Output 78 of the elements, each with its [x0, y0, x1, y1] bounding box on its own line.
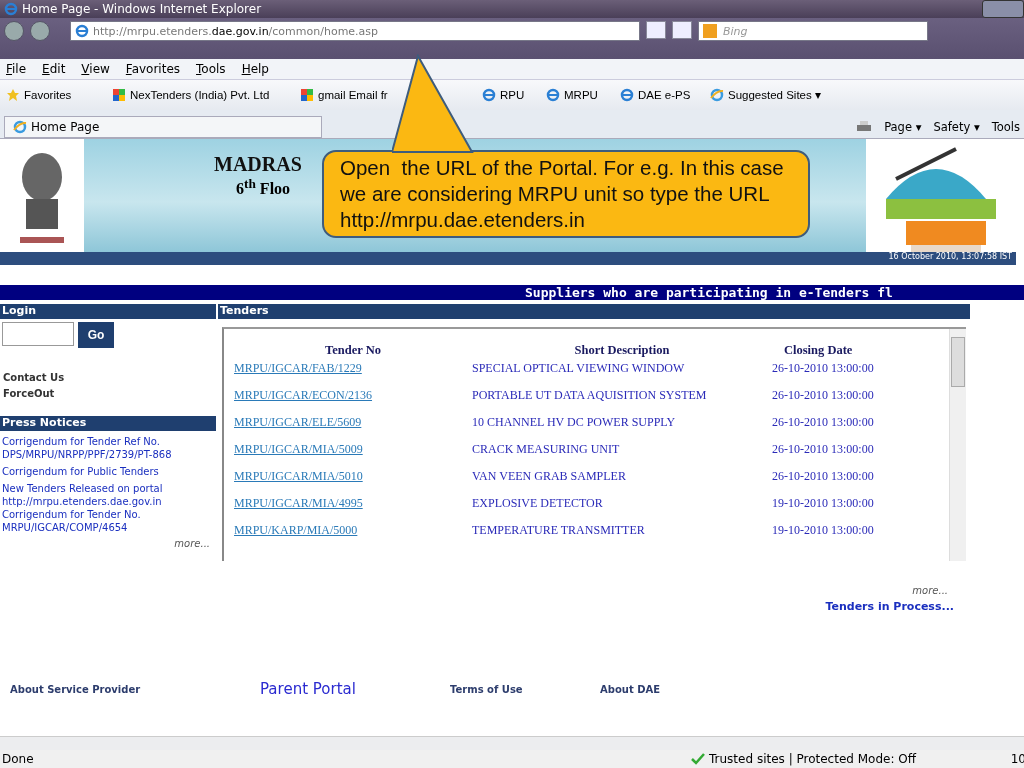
footer-link[interactable]: Terms of Use: [450, 684, 523, 695]
command-menu[interactable]: Page ▾: [884, 120, 922, 134]
table-cell-text: 19-10-2010 13:00:00: [772, 496, 875, 512]
command-menu[interactable]: Safety ▾: [933, 120, 980, 134]
menu-item[interactable]: Favorites: [125, 62, 181, 76]
menu-item[interactable]: Edit: [42, 62, 66, 76]
table-cell: PORTABLE UT DATA AQUISITION SYSTEM: [472, 388, 772, 415]
table-cell-text: TEMPERATURE TRANSMITTER: [472, 523, 646, 539]
table-cell: SPECIAL OPTICAL VIEWING WINDOW: [472, 361, 772, 388]
forward-button[interactable]: [30, 21, 50, 41]
tender-link[interactable]: MRPU/KARP/MIA/5000: [234, 523, 358, 537]
table-cell-text: 26-10-2010 13:00:00: [772, 442, 875, 458]
sidebar-link[interactable]: ForceOut: [3, 388, 213, 399]
section-heading: Press Notices: [0, 416, 216, 431]
section-heading: Tenders: [218, 304, 970, 319]
print-icon[interactable]: [856, 120, 873, 134]
column-header: Closing Date: [783, 343, 854, 359]
login-field[interactable]: [2, 322, 74, 346]
tender-link[interactable]: MRPU/IGCAR/FAB/1229: [234, 361, 362, 375]
section-heading: Login: [0, 304, 216, 319]
horizontal-scrollbar[interactable]: [0, 736, 1024, 750]
bing-icon: [703, 24, 717, 38]
colored-squares-icon: [112, 88, 126, 102]
notice-link[interactable]: Corrigendum for Tender Ref No. DPS/MRPU/NRPP/PPF/2739/PT-868: [2, 435, 214, 461]
banner-address: 6$^{th}$ Floo: [236, 176, 291, 199]
date-time: 16 October 2010, 13:07:58 IST: [0, 252, 1016, 265]
go-button[interactable]: Go: [78, 322, 114, 348]
search-box[interactable]: Bing: [698, 21, 928, 41]
footer-link[interactable]: About Service Provider: [10, 684, 141, 695]
status-text: Done: [2, 752, 34, 766]
sidebar-link[interactable]: Contact Us: [3, 372, 213, 383]
security-zone: Trusted sites | Protected Mode: Off: [691, 752, 916, 766]
menu-item[interactable]: View: [81, 62, 110, 76]
browser-tab[interactable]: Home Page: [4, 116, 322, 138]
back-button[interactable]: [4, 21, 24, 41]
menu-item[interactable]: Help: [241, 62, 269, 76]
more-link[interactable]: more...: [912, 585, 948, 596]
address-field[interactable]: http://mrpu.etenders.dae.gov.in/common/home.asp: [70, 21, 640, 41]
tender-link[interactable]: MRPU/IGCAR/MIA/5009: [234, 442, 363, 456]
table-cell-text: 26-10-2010 13:00:00: [772, 415, 875, 431]
footer-link[interactable]: Parent Portal: [260, 680, 356, 698]
tender-link[interactable]: MRPU/IGCAR/ELE/5609: [234, 415, 362, 429]
notice-link[interactable]: Corrigendum for Public Tenders: [2, 465, 214, 478]
check-icon: [691, 753, 705, 765]
scrollbar[interactable]: [949, 329, 966, 561]
tender-link[interactable]: MRPU/IGCAR/MIA/5010: [234, 469, 363, 483]
minimize-button[interactable]: [982, 0, 1024, 18]
favorites-link[interactable]: NexTenders (India) Pvt. Ltd: [112, 88, 270, 102]
table-cell-text: 26-10-2010 13:00:00: [772, 469, 875, 485]
window-title: Home Page - Windows Internet Explorer: [22, 2, 262, 16]
table-cell: CRACK MEASURING UNIT: [472, 442, 772, 469]
notice-link[interactable]: New Tenders Released on portal http://mrpu.etenders.dae.gov.in Corrigendum for Tender No. MRPU/IGCAR/COMP/4654: [2, 482, 214, 534]
menu-item[interactable]: File: [6, 62, 27, 76]
footer-link[interactable]: About DAE: [600, 684, 661, 695]
column-header: Short Description: [573, 343, 671, 359]
tender-link[interactable]: MRPU/IGCAR/MIA/4995: [234, 496, 363, 510]
table-cell-text: 26-10-2010 13:00:00: [772, 361, 875, 377]
banner-title: MADRAS: [214, 153, 302, 176]
favorites-link[interactable]: DAE e-PS: [620, 88, 691, 102]
table-cell: VAN VEEN GRAB SAMPLER: [472, 469, 772, 496]
favorites-link[interactable]: gmail Email fr: [300, 88, 388, 102]
table-cell-text: 26-10-2010 13:00:00: [772, 388, 875, 404]
colored-squares-icon: [300, 88, 314, 102]
table-cell: 10 CHANNEL HV DC POWER SUPPLY: [472, 415, 772, 442]
tenders-in-process-link[interactable]: Tenders in Process...: [825, 600, 954, 613]
marquee-banner: Suppliers who are participating in e-Tenders fl: [0, 285, 1024, 300]
column-header: Tender No: [324, 343, 382, 359]
table-cell-text: EXPLOSIVE DETECTOR: [472, 496, 604, 512]
menu-item[interactable]: Tools: [196, 62, 226, 76]
favorites-link[interactable]: RPU: [482, 88, 525, 102]
favorites-link[interactable]: MRPU: [546, 88, 598, 102]
more-link[interactable]: more...: [0, 538, 210, 549]
command-menu[interactable]: Tools: [991, 120, 1020, 134]
favorites-button[interactable]: Favorites: [6, 88, 106, 102]
star-icon: [6, 88, 20, 102]
favorites-link[interactable]: Suggested Sites ▾: [710, 88, 821, 102]
tender-link[interactable]: MRPU/IGCAR/ECON/2136: [234, 388, 373, 402]
table-cell-text: 19-10-2010 13:00:00: [772, 523, 875, 539]
